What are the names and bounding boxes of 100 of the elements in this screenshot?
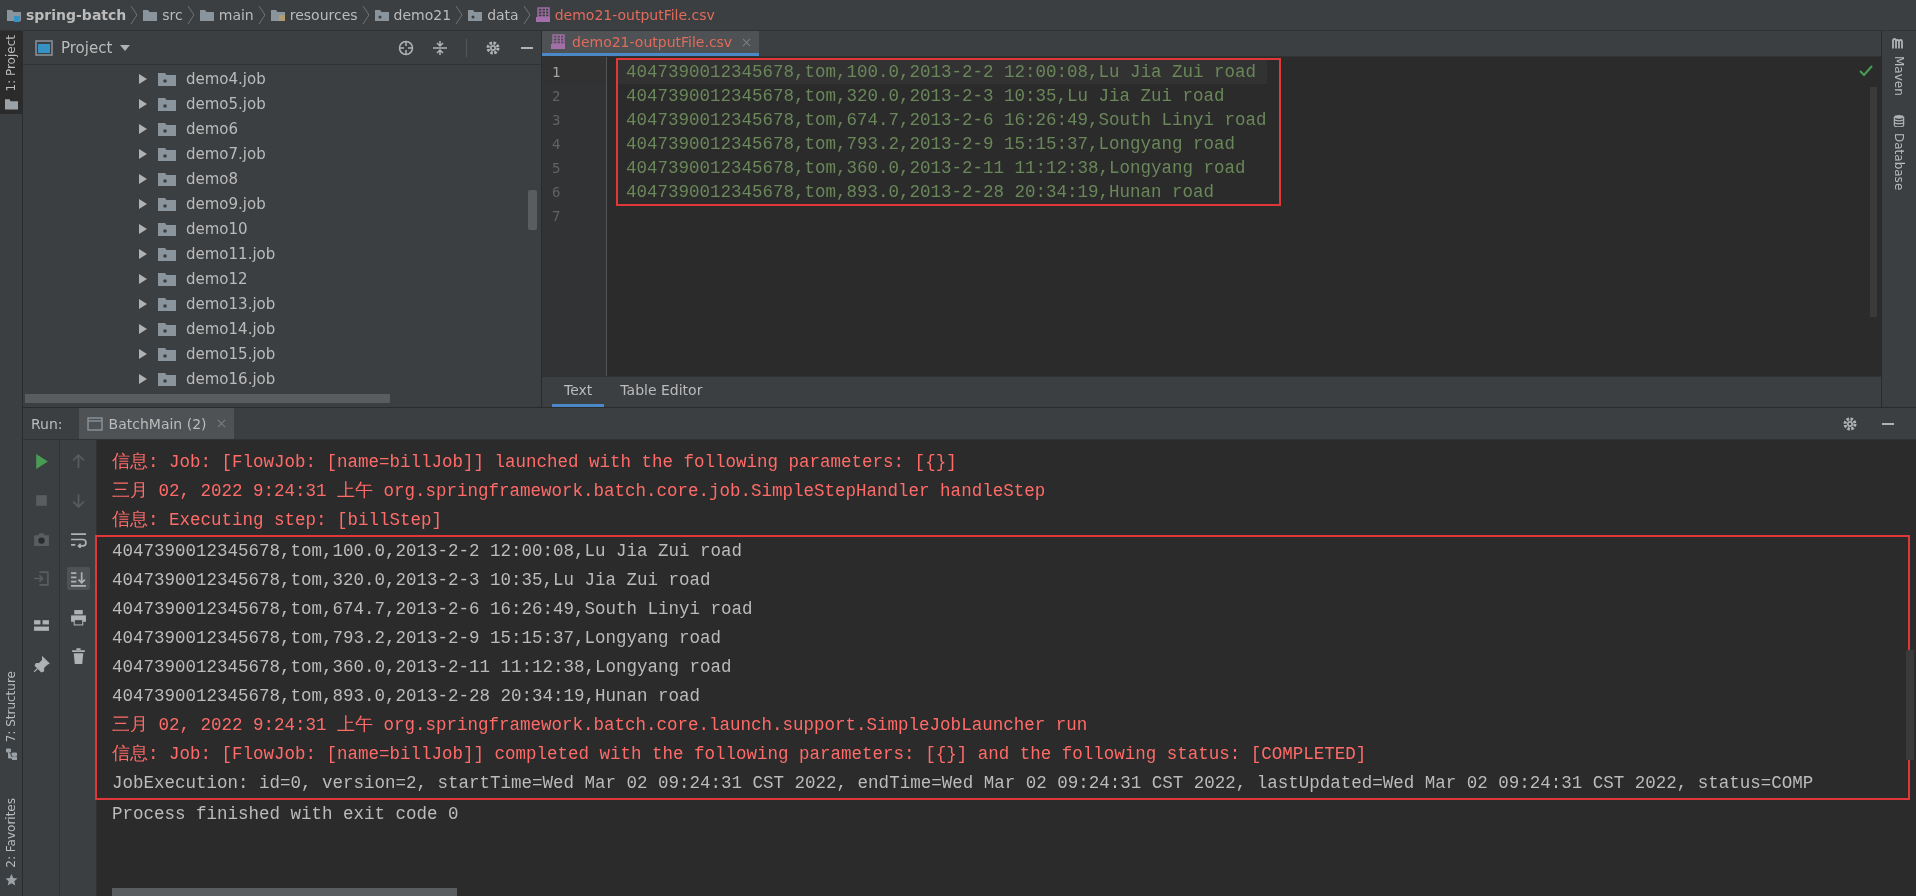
chevron-icon — [257, 5, 266, 25]
folder-icon — [198, 7, 215, 23]
package-folder-icon — [158, 346, 176, 361]
tree-item[interactable]: demo10 — [186, 219, 248, 238]
package-folder-icon — [158, 196, 176, 211]
collapse-all-icon[interactable] — [432, 39, 448, 56]
chevron-icon — [130, 5, 139, 25]
code-line: 4047390012345678,tom,320.0,2013-2-3 10:35,Lu Jia Zui road — [626, 86, 1225, 106]
scroll-to-end-icon[interactable] — [66, 567, 90, 590]
code-line: 4047390012345678,tom,674.7,2013-2-6 16:26:49,South Linyi road — [626, 110, 1267, 130]
scrollbar[interactable] — [528, 190, 537, 230]
breadcrumb-item[interactable]: spring-batch — [6, 7, 127, 23]
package-folder-icon — [158, 321, 176, 336]
folder-icon — [467, 7, 484, 23]
package-folder-icon — [158, 371, 176, 386]
tree-item[interactable]: demo14.job — [186, 319, 276, 338]
expand-arrow-icon[interactable] — [138, 123, 148, 134]
package-folder-icon — [158, 296, 176, 311]
view-tab[interactable]: Table Editor — [608, 382, 715, 407]
tree-item[interactable]: demo13.job — [186, 294, 276, 313]
expand-arrow-icon[interactable] — [138, 148, 148, 159]
favorites-tool-tab[interactable]: 2: Favorites — [0, 794, 22, 890]
chevron-icon — [522, 5, 531, 25]
console-line: 信息: Executing step: [billStep] — [112, 510, 443, 530]
scrollbar[interactable] — [1906, 650, 1914, 760]
folder-icon — [142, 7, 159, 23]
structure-tool-tab[interactable]: 7: Structure — [0, 666, 22, 765]
expand-arrow-icon[interactable] — [138, 73, 148, 84]
maven-tool-tab[interactable]: Maven — [1892, 37, 1906, 96]
view-tab[interactable]: Text — [552, 382, 605, 407]
console-line: 4047390012345678,tom,100.0,2013-2-2 12:00:08,Lu Jia Zui road — [112, 541, 743, 561]
breadcrumb-item[interactable]: resources — [269, 7, 358, 23]
expand-arrow-icon[interactable] — [138, 223, 148, 234]
console-line: 4047390012345678,tom,793.2,2013-2-9 15:15:37,Longyang road — [112, 628, 722, 648]
settings-icon[interactable] — [485, 39, 501, 56]
code-line: 4047390012345678,tom,360.0,2013-2-11 11:12:38,Longyang road — [626, 158, 1246, 178]
tree-item[interactable]: demo11.job — [186, 244, 276, 263]
tree-item[interactable]: demo15.job — [186, 344, 276, 363]
tree-item[interactable]: demo9.job — [186, 194, 266, 213]
package-folder-icon — [158, 121, 176, 136]
chevron-icon — [186, 5, 195, 25]
folder-icon — [269, 7, 286, 23]
package-folder-icon — [158, 71, 176, 86]
console-line: 4047390012345678,tom,360.0,2013-2-11 11:12:38,Longyang road — [112, 657, 732, 677]
console-line: 三月 02, 2022 9:24:31 上午 org.springframework.batch.core.job.SimpleStepHandler handleStep — [112, 481, 1046, 501]
console-line: 4047390012345678,tom,674.7,2013-2-6 16:26:49,South Linyi road — [112, 599, 753, 619]
console-line: 4047390012345678,tom,893.0,2013-2-28 20:34:19,Hunan road — [112, 686, 701, 706]
folder-icon — [373, 7, 390, 23]
console-line: 三月 02, 2022 9:24:31 上午 org.springframework.batch.core.launch.support.SimpleJobLauncher run — [112, 715, 1088, 735]
tree-item[interactable]: demo4.job — [186, 69, 266, 88]
tree-item[interactable]: demo7.job — [186, 144, 266, 163]
package-folder-icon — [158, 146, 176, 161]
breadcrumb-item[interactable]: src — [142, 7, 183, 23]
expand-arrow-icon[interactable] — [138, 248, 148, 259]
console-line: 信息: Job: [FlowJob: [name=billJob]] launched with the following parameters: [{}] — [112, 452, 957, 472]
expand-arrow-icon[interactable] — [138, 273, 148, 284]
star-icon — [4, 874, 18, 886]
scrollbar[interactable] — [25, 394, 390, 403]
scrollbar[interactable] — [112, 888, 457, 896]
checkmark-icon — [1859, 65, 1873, 77]
structure-icon — [4, 748, 18, 761]
project-tool-tab[interactable]: 1: Project — [0, 31, 22, 114]
expand-arrow-icon[interactable] — [138, 298, 148, 309]
package-folder-icon — [158, 96, 176, 111]
tree-item[interactable]: demo8 — [186, 169, 239, 188]
code-line: 4047390012345678,tom,893.0,2013-2-28 20:34:19,Hunan road — [626, 182, 1215, 202]
console-line: JobExecution: id=0, version=2, startTime=Wed Mar 02 09:24:31 CST 2022, endTime=Wed Mar 02 09:24:31 CST 2022, lastUpdated=Wed Mar 02 09:24:31 CST 2022, status=COMP — [112, 773, 1814, 793]
caret-icon[interactable] — [120, 44, 131, 51]
panel-title: Run: — [31, 415, 63, 432]
package-folder-icon — [158, 171, 176, 186]
console-line: 信息: Job: [FlowJob: [name=billJob]] completed with the following parameters: [{}] and the following status: [COMPLETED] — [112, 744, 1367, 764]
expand-arrow-icon[interactable] — [138, 348, 148, 359]
package-folder-icon — [158, 271, 176, 286]
folder-icon — [4, 97, 18, 110]
package-folder-icon — [158, 221, 176, 236]
expand-arrow-icon[interactable] — [138, 323, 148, 334]
package-folder-icon — [158, 246, 176, 261]
crosshair-icon[interactable] — [398, 39, 414, 56]
expand-arrow-icon[interactable] — [138, 173, 148, 184]
breadcrumb-item[interactable]: demo21 — [373, 7, 452, 23]
breadcrumb-item[interactable]: data — [467, 7, 519, 23]
settings-icon[interactable] — [1842, 415, 1858, 432]
expand-arrow-icon[interactable] — [138, 98, 148, 109]
tree-item[interactable]: demo12 — [186, 269, 248, 288]
chevron-icon — [455, 5, 464, 25]
window-icon — [35, 39, 53, 56]
database-tool-tab[interactable]: Database — [1892, 113, 1906, 191]
chevron-icon — [361, 5, 370, 25]
csv-file-icon — [534, 7, 551, 23]
code-line: 4047390012345678,tom,793.2,2013-2-9 15:15:37,Longyang road — [626, 134, 1236, 154]
run-tab[interactable]: BatchMain (2) — [78, 408, 234, 439]
breadcrumb-item[interactable]: main — [198, 7, 254, 23]
panel-title[interactable]: Project — [61, 38, 113, 57]
tree-item[interactable]: demo5.job — [186, 94, 266, 113]
tree-item[interactable]: demo6 — [186, 119, 239, 138]
window-icon — [86, 415, 103, 432]
tree-item[interactable]: demo16.job — [186, 369, 276, 388]
breadcrumb-item[interactable]: demo21-outputFile.csv — [534, 7, 715, 23]
expand-arrow-icon[interactable] — [138, 373, 148, 384]
expand-arrow-icon[interactable] — [138, 198, 148, 209]
